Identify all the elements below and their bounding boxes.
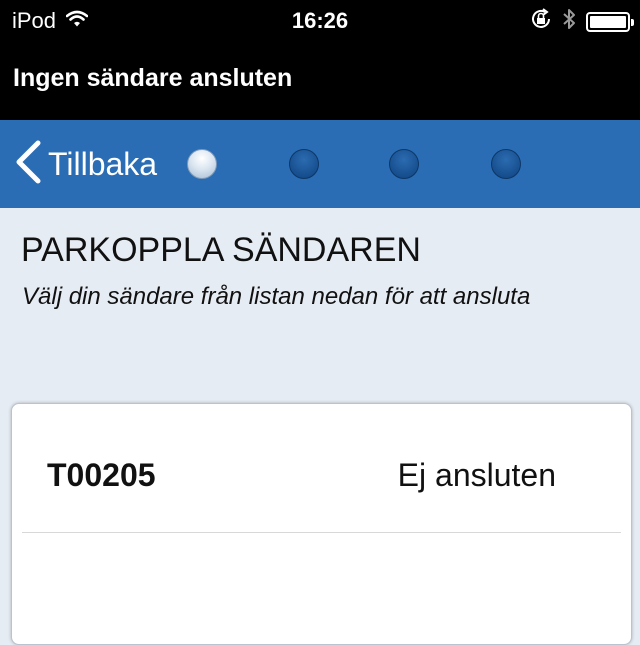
chevron-left-icon bbox=[14, 140, 42, 189]
step-dot bbox=[389, 149, 419, 179]
device-row[interactable]: T00205 Ej ansluten bbox=[22, 404, 621, 533]
status-bar: iPod 16:26 bbox=[0, 0, 640, 42]
page-subtitle: Välj din sändare från listan nedan för a… bbox=[22, 283, 531, 310]
step-dot-current bbox=[187, 149, 217, 179]
status-right bbox=[520, 7, 634, 36]
device-list: T00205 Ej ansluten bbox=[11, 403, 632, 645]
back-button-label: Tillbaka bbox=[48, 145, 158, 182]
device-status: Ej ansluten bbox=[397, 457, 556, 493]
device-id: T00205 bbox=[47, 457, 156, 493]
page-title: PARKOPPLA SÄNDAREN bbox=[21, 231, 421, 269]
back-button[interactable]: Tillbaka bbox=[14, 140, 157, 188]
navigation-bar: Tillbaka bbox=[0, 120, 640, 208]
step-dot bbox=[289, 149, 319, 179]
step-dot bbox=[491, 149, 521, 179]
battery-icon bbox=[586, 11, 634, 32]
rotation-lock-icon bbox=[530, 8, 552, 35]
connection-status-title: Ingen sändare ansluten bbox=[13, 64, 293, 92]
bluetooth-icon bbox=[562, 7, 576, 36]
connection-status-bar: Ingen sändare ansluten bbox=[0, 42, 640, 120]
